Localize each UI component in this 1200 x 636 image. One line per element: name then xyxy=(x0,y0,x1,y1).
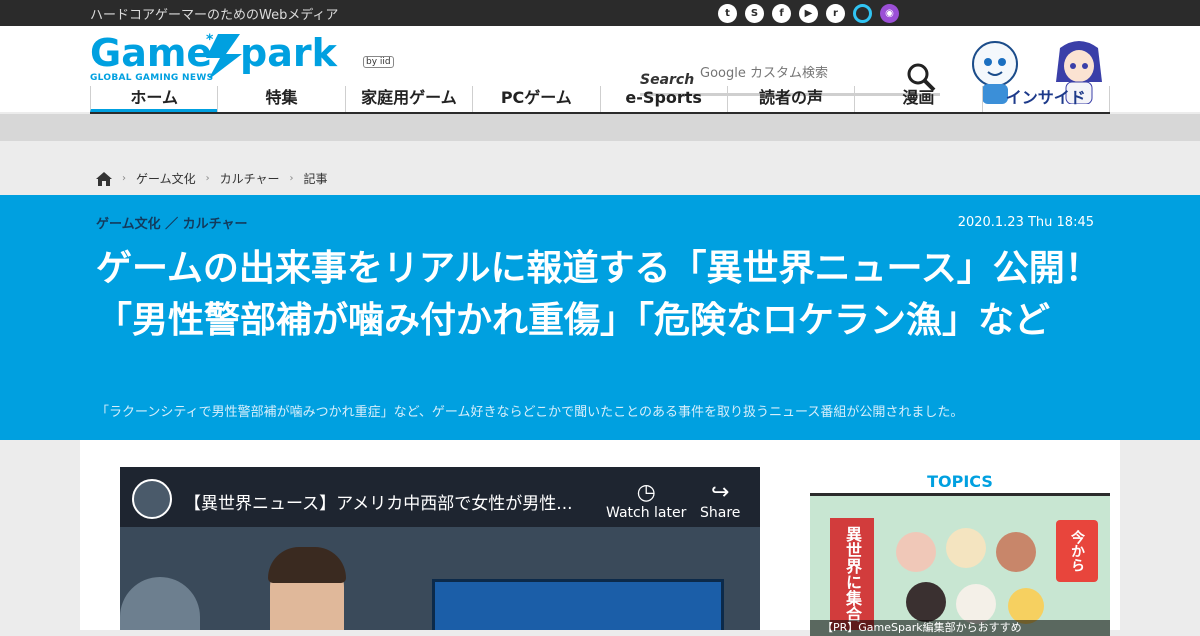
rss-icon[interactable]: r xyxy=(826,4,845,23)
share-icon: ↪ xyxy=(710,480,730,505)
site-logo[interactable]: Game park * GLOBAL GAMING NEWS by iid xyxy=(90,30,400,88)
main-nav: ホーム 特集 家庭用ゲーム PCゲーム e-Sports 読者の声 漫画 インサ… xyxy=(90,86,1110,116)
watch-later-label: Watch later xyxy=(606,505,687,521)
banner-left-label: 異世界に集合 xyxy=(830,518,874,630)
topics-heading: TOPICS xyxy=(810,472,1110,496)
top-bar: ハードコアゲーマーのためのWebメディア t S f ▶ r ◉ xyxy=(0,0,1200,26)
social-links: t S f ▶ r ◉ xyxy=(718,4,899,23)
nav-item-esports[interactable]: e-Sports xyxy=(599,86,727,112)
svg-text:*: * xyxy=(206,32,214,48)
youtube-embed[interactable]: 【異世界ニュース】アメリカ中西部で女性が男性... ◷ Watch later … xyxy=(120,467,760,630)
nav-item-inside[interactable]: インサイド xyxy=(981,86,1110,112)
article-body: 【異世界ニュース】アメリカ中西部で女性が男性... ◷ Watch later … xyxy=(80,440,1120,636)
chevron-right-icon: › xyxy=(122,173,126,184)
anime-characters-image xyxy=(896,528,1044,624)
svg-text:Game: Game xyxy=(90,31,212,75)
article-hero: ゲーム文化 ／ カルチャー 2020.1.23 Thu 18:45 ゲームの出来… xyxy=(0,195,1200,440)
banner-caption: 【PR】GameSpark編集部からおすすめ xyxy=(810,620,1110,636)
nav-item-manga[interactable]: 漫画 xyxy=(854,86,981,112)
ad-band xyxy=(0,114,1200,141)
nav-item-home[interactable]: ホーム xyxy=(90,86,218,112)
breadcrumb-culture[interactable]: カルチャー xyxy=(220,170,280,187)
logo-wordmark: Game park * xyxy=(90,31,338,78)
clock-icon: ◷ xyxy=(636,480,656,505)
sidebar: TOPICS 異世界に集合 今から 【PR】GameSpark編集部からおすすめ xyxy=(810,472,1110,636)
home-icon[interactable] xyxy=(96,171,112,186)
youtube-icon[interactable]: ▶ xyxy=(799,4,818,23)
logo-subtitle: GLOBAL GAMING NEWS xyxy=(90,73,214,83)
video-screen-graphic xyxy=(432,579,724,630)
breadcrumb: › ゲーム文化 › カルチャー › 記事 xyxy=(96,170,328,187)
nav-item-reader-voice[interactable]: 読者の声 xyxy=(726,86,854,112)
search-input[interactable] xyxy=(700,60,890,86)
article-title: ゲームの出来事をリアルに報道する「異世界ニュース」公開！「男性警部補が噛み付かれ… xyxy=(96,248,1101,341)
steam-icon[interactable]: S xyxy=(745,4,764,23)
video-title[interactable]: 【異世界ニュース】アメリカ中西部で女性が男性... xyxy=(184,489,573,514)
breadcrumb-article: 記事 xyxy=(303,172,328,186)
facebook-icon[interactable]: f xyxy=(772,4,791,23)
site-header: Game park * GLOBAL GAMING NEWS by iid Se… xyxy=(0,26,1200,116)
banner-right-label: 今から xyxy=(1056,520,1098,582)
twitter-icon[interactable]: t xyxy=(718,4,737,23)
article-date: 2020.1.23 Thu 18:45 xyxy=(957,215,1094,230)
logo-byline: by iid xyxy=(363,56,394,68)
svg-text:park: park xyxy=(240,31,338,75)
nav-item-pc[interactable]: PCゲーム xyxy=(472,86,599,112)
nav-item-console[interactable]: 家庭用ゲーム xyxy=(344,86,472,112)
watch-later-button[interactable]: ◷ Watch later xyxy=(606,480,687,522)
site-tagline: ハードコアゲーマーのためのWebメディア xyxy=(90,7,339,23)
article-lead: 「ラクーンシティで男性警部補が噛みつかれ重症」など、ゲーム好きならどこかで聞いた… xyxy=(96,405,964,420)
share-button[interactable]: ↪ Share xyxy=(700,480,741,522)
share-label: Share xyxy=(700,505,741,521)
nav-item-features[interactable]: 特集 xyxy=(217,86,344,112)
breadcrumb-game-culture[interactable]: ゲーム文化 xyxy=(136,170,196,187)
article-category[interactable]: ゲーム文化 ／ カルチャー xyxy=(96,213,248,232)
chevron-right-icon: › xyxy=(289,173,294,184)
chevron-right-icon: › xyxy=(205,173,210,184)
channel-avatar[interactable] xyxy=(132,479,172,519)
podcast-icon[interactable]: ◉ xyxy=(880,4,899,23)
topics-banner[interactable]: 異世界に集合 今から 【PR】GameSpark編集部からおすすめ xyxy=(810,496,1110,636)
alexa-icon[interactable] xyxy=(853,4,872,23)
